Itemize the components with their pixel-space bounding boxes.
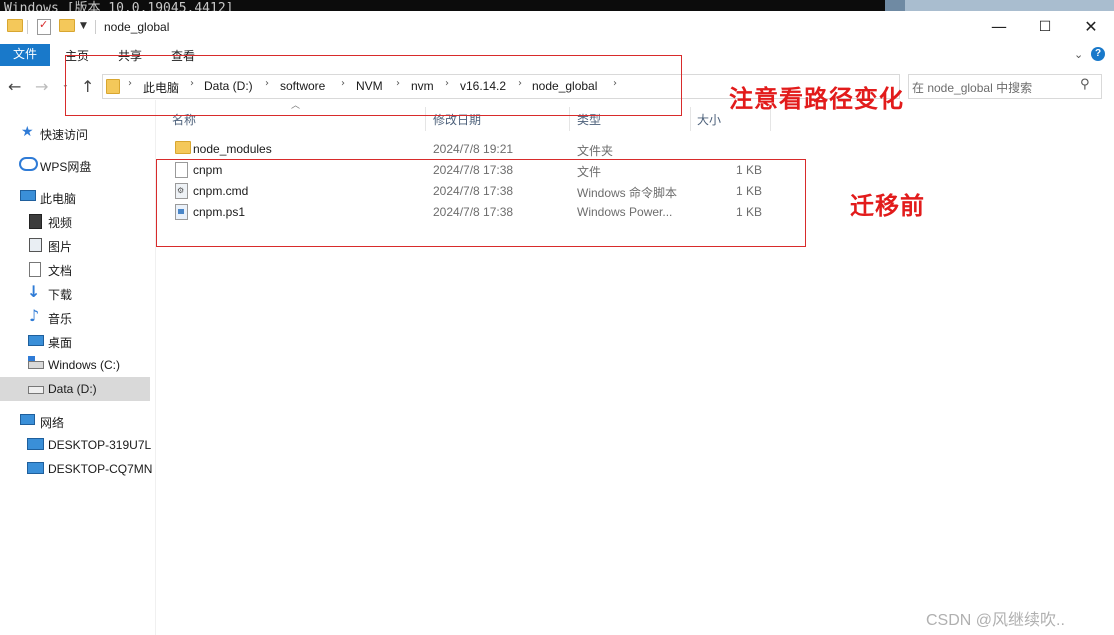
sidebar-item-documents[interactable]: 文档	[0, 258, 150, 280]
drive-icon	[28, 361, 44, 369]
sidebar-item-quick-access[interactable]: ★ 快速访问	[0, 122, 150, 144]
file-name: node_modules	[193, 142, 272, 156]
minimize-button[interactable]: —	[976, 11, 1022, 44]
sidebar-item-desktop-cq7[interactable]: DESKTOP-CQ7MN	[0, 458, 153, 480]
path-change-note: 注意看路径变化	[729, 85, 904, 113]
file-modified: 2024/7/8 19:21	[433, 142, 514, 156]
ribbon-expand-icon[interactable]: ⌄	[1074, 48, 1083, 61]
sidebar-item-label: DESKTOP-319U7L	[48, 438, 152, 452]
computer-icon	[20, 190, 36, 201]
sidebar-item-label: 此电脑	[40, 192, 77, 206]
close-button[interactable]: ✕	[1068, 11, 1114, 44]
console-text: Windows [版本 10.0.19045.4412]	[4, 1, 234, 11]
sidebar-item-label: 下载	[48, 288, 73, 302]
desktop-background-light	[905, 0, 1114, 11]
table-row[interactable]: node_modules 2024/7/8 19:21 文件夹	[160, 139, 780, 159]
sidebar-item-label: 文档	[48, 264, 73, 278]
help-icon[interactable]: ?	[1091, 47, 1105, 61]
files-highlight-box	[156, 159, 806, 247]
sidebar-item-label: Windows (C:)	[48, 358, 121, 372]
sidebar-item-label: Data (D:)	[48, 382, 97, 396]
document-icon	[29, 262, 41, 277]
sidebar-item-drive-c[interactable]: Windows (C:)	[0, 354, 150, 376]
sidebar-item-label: 桌面	[48, 336, 73, 350]
sidebar-item-videos[interactable]: 视频	[0, 210, 150, 232]
sidebar-item-label: 音乐	[48, 312, 73, 326]
search-icon[interactable]: ⚲	[1080, 77, 1090, 92]
console-strip: Windows [版本 10.0.19045.4412]	[0, 0, 885, 11]
sidebar-item-label: 视频	[48, 216, 73, 230]
drive-icon	[28, 386, 44, 394]
search-placeholder: 在 node_global 中搜索	[912, 81, 1033, 95]
sidebar-item-label: 图片	[48, 240, 73, 254]
column-divider[interactable]	[690, 107, 691, 131]
watermark: CSDN @风继续吹..	[926, 612, 1065, 629]
title-bar: ✓ ▼ node_global — ☐ ✕	[0, 11, 1114, 44]
download-icon: ↓	[27, 282, 41, 301]
sidebar-item-label: 快速访问	[40, 128, 89, 142]
sidebar-item-drive-d[interactable]: Data (D:)	[0, 377, 150, 401]
monitor-icon	[27, 462, 44, 474]
forward-arrow-icon[interactable]: →	[35, 77, 48, 96]
sidebar-item-wps[interactable]: WPS网盘	[0, 154, 150, 176]
window-title: node_global	[104, 20, 170, 34]
file-type: 文件夹	[577, 144, 614, 158]
sidebar-item-this-pc[interactable]: 此电脑	[0, 186, 150, 208]
new-folder-icon[interactable]	[59, 19, 75, 32]
sidebar-item-desktop[interactable]: 桌面	[0, 330, 150, 352]
chevron-down-icon[interactable]: ▼	[80, 21, 87, 31]
sidebar-item-network[interactable]: 网络	[0, 410, 150, 432]
star-icon: ★	[21, 124, 34, 140]
sidebar-item-pictures[interactable]: 图片	[0, 234, 150, 256]
folder-icon	[175, 141, 191, 154]
path-highlight-box	[65, 55, 682, 116]
sidebar-item-label: 网络	[40, 416, 65, 430]
video-icon	[29, 214, 42, 229]
sidebar-item-downloads[interactable]: ↓ 下载	[0, 282, 150, 304]
maximize-button[interactable]: ☐	[1022, 11, 1068, 44]
picture-icon	[29, 238, 42, 252]
properties-icon[interactable]: ✓	[37, 18, 51, 35]
sidebar-item-music[interactable]: ♪ 音乐	[0, 306, 150, 328]
music-icon: ♪	[29, 306, 40, 325]
cloud-icon	[19, 157, 38, 171]
sidebar-item-label: DESKTOP-CQ7MN	[48, 462, 153, 476]
tab-file[interactable]: 文件	[0, 44, 50, 66]
desktop-icon	[28, 335, 44, 346]
monitor-icon	[27, 438, 44, 450]
divider	[95, 20, 96, 34]
back-arrow-icon[interactable]: ←	[8, 77, 21, 96]
windows-logo-icon	[28, 356, 35, 361]
sidebar-item-label: WPS网盘	[40, 160, 92, 174]
sidebar-item-desktop-319[interactable]: DESKTOP-319U7L	[0, 434, 152, 456]
network-icon	[20, 414, 35, 425]
folder-icon	[7, 19, 23, 32]
column-header-size[interactable]: 大小	[697, 111, 721, 128]
before-migration-note: 迁移前	[850, 192, 925, 220]
divider	[27, 20, 28, 34]
